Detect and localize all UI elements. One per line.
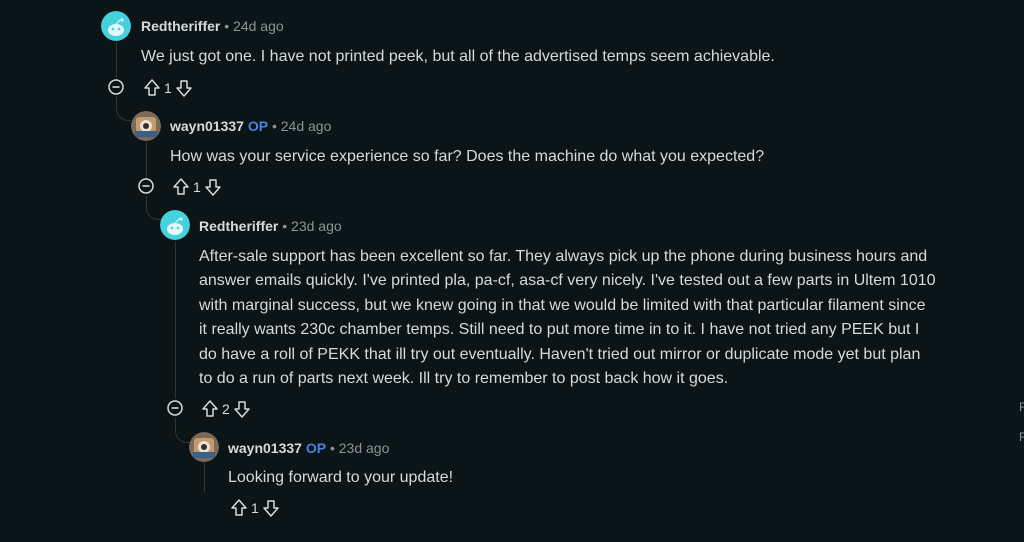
upvote-icon[interactable] <box>142 78 162 98</box>
comment-1-actions: 1 <box>142 76 194 100</box>
comment-2-actions: 1 <box>171 175 223 199</box>
comment-1-body: We just got one. I have not printed peek… <box>141 48 775 65</box>
comment-timestamp[interactable]: 24d ago <box>233 18 284 34</box>
comment-timestamp[interactable]: 23d ago <box>291 218 342 234</box>
comment-2-avatar[interactable] <box>131 111 161 141</box>
collapse-button[interactable] <box>138 178 154 194</box>
downvote-icon[interactable] <box>232 399 252 419</box>
snoo-avatar-icon <box>160 210 190 240</box>
op-badge: OP <box>305 440 327 456</box>
comment-4-body: Looking forward to your update! <box>228 469 454 486</box>
collapse-icon <box>167 400 183 416</box>
comment-3-meta: Redtheriffer • 23d ago <box>199 216 342 236</box>
vote-score: 1 <box>164 80 172 96</box>
comment-1-avatar[interactable] <box>101 11 131 41</box>
vote-score: 1 <box>251 500 259 516</box>
collapse-button[interactable] <box>167 400 183 416</box>
comment-body-line: it really wants 230c chamber temps. Stil… <box>199 321 920 339</box>
collapse-icon <box>138 178 154 194</box>
comment-3-actions: 2 <box>200 397 252 421</box>
meta-separator: • <box>329 440 335 456</box>
vote-score: 1 <box>193 179 201 195</box>
downvote-icon[interactable] <box>261 498 281 518</box>
thread-branch <box>116 104 131 121</box>
clipped-sidebar-text: F <box>1019 430 1024 444</box>
upvote-icon[interactable] <box>200 399 220 419</box>
thread-branch <box>146 203 161 220</box>
thread-branch <box>175 426 190 443</box>
comment-4-meta: wayn01337 OP • 23d ago <box>228 438 389 458</box>
comment-4-actions: 1 <box>229 496 281 520</box>
upvote-icon[interactable] <box>229 498 249 518</box>
collapse-icon <box>108 79 124 95</box>
meta-separator: • <box>271 118 277 134</box>
comment-2-body: How was your service experience so far? … <box>170 148 765 165</box>
comment-body-line: answer emails quickly. I've printed pla,… <box>199 272 936 290</box>
collapse-button[interactable] <box>108 79 124 95</box>
thread-line <box>116 42 117 78</box>
thread-line <box>146 142 147 178</box>
comment-4-avatar[interactable] <box>189 432 219 462</box>
downvote-icon[interactable] <box>174 78 194 98</box>
thread-line <box>116 96 117 106</box>
comment-author[interactable]: wayn01337 <box>170 118 244 134</box>
thread-line <box>175 418 176 428</box>
comment-author[interactable]: wayn01337 <box>228 440 302 456</box>
comment-body-line: with marginal success, but we knew going… <box>199 296 926 314</box>
comment-timestamp[interactable]: 24d ago <box>281 118 332 134</box>
comment-body-line: After-sale support has been excellent so… <box>199 248 928 265</box>
comment-1-meta: Redtheriffer • 24d ago <box>141 16 284 36</box>
comment-body-line: to do a run of parts next week. Ill try … <box>199 370 729 388</box>
snoo-avatar-icon <box>101 11 131 41</box>
comment-3-body: After-sale support has been excellent so… <box>199 245 999 391</box>
clipped-sidebar-text: F <box>1019 400 1024 414</box>
thread-line <box>146 196 147 205</box>
thread-line <box>204 462 205 492</box>
user-avatar-icon <box>131 111 161 141</box>
meta-separator: • <box>224 18 230 34</box>
downvote-icon[interactable] <box>203 177 223 197</box>
thread-line <box>175 241 176 399</box>
comment-timestamp[interactable]: 23d ago <box>339 440 390 456</box>
comment-author[interactable]: Redtheriffer <box>199 218 278 234</box>
comment-3-avatar[interactable] <box>160 210 190 240</box>
upvote-icon[interactable] <box>171 177 191 197</box>
op-badge: OP <box>247 118 269 134</box>
meta-separator: • <box>282 218 288 234</box>
vote-score: 2 <box>222 401 230 417</box>
comment-body-line: do have a roll of PEKK that ill try out … <box>199 345 921 363</box>
user-avatar-icon <box>189 432 219 462</box>
comment-2-meta: wayn01337 OP • 24d ago <box>170 116 331 136</box>
comment-author[interactable]: Redtheriffer <box>141 18 220 34</box>
